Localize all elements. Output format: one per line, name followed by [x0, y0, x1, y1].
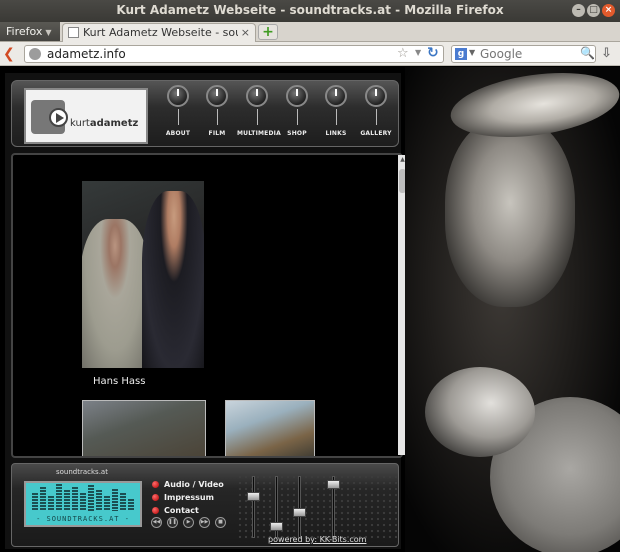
tab-title: Kurt Adametz Webseite - soun...: [83, 26, 238, 39]
page-favicon-icon: [68, 27, 79, 38]
nav-item-links[interactable]: LINKS: [316, 85, 356, 137]
browser-tab[interactable]: Kurt Adametz Webseite - soun... ×: [62, 23, 256, 42]
menu-item-label: Impressum: [164, 493, 214, 502]
back-arrow-icon[interactable]: ❮: [3, 46, 17, 62]
forward-icon[interactable]: ▶▶: [199, 517, 210, 528]
new-tab-button[interactable]: +: [258, 24, 278, 40]
content-panel: Hans Hass: [11, 153, 403, 458]
knob-icon: [246, 85, 268, 107]
url-text[interactable]: adametz.info: [47, 47, 126, 61]
player-site-label: soundtracks.at: [56, 468, 108, 476]
menu-item-label: Audio / Video: [164, 480, 224, 489]
tab-bar: Firefox▼ Kurt Adametz Webseite - soun...…: [0, 22, 620, 42]
logo-text: kurtadametz: [70, 118, 138, 129]
site-identity-icon[interactable]: [29, 48, 41, 60]
nav-label: FILM: [208, 130, 226, 137]
nav-item-film[interactable]: FILM: [197, 85, 237, 137]
close-window-icon[interactable]: ×: [602, 4, 615, 17]
red-dot-icon: [152, 507, 159, 514]
firefox-menu-button[interactable]: Firefox ▼: [0, 22, 60, 41]
gallery-thumbnail[interactable]: [82, 400, 206, 456]
nav-label: ABOUT: [165, 130, 191, 137]
url-bar[interactable]: adametz.info ☆ ▼ ↻: [24, 45, 444, 63]
knob-icon: [167, 85, 189, 107]
nav-item-multimedia[interactable]: MULTIMEDIA: [237, 85, 281, 137]
window-titlebar: Kurt Adametz Webseite - soundtracks.at -…: [0, 0, 620, 22]
rewind-icon[interactable]: ◀◀: [151, 517, 162, 528]
knob-icon: [206, 85, 228, 107]
firefox-menu-label: Firefox: [6, 25, 43, 38]
powered-by-link[interactable]: powered by: KK-Bits.com: [268, 535, 366, 544]
bookmark-star-icon[interactable]: ☆: [397, 46, 409, 61]
gallery-thumbnail[interactable]: [225, 400, 315, 456]
pause-icon[interactable]: ❚❚: [167, 517, 178, 528]
lcd-text: - SOUNDTRACKS.AT -: [36, 515, 130, 523]
logo-text-bold: adametz: [89, 118, 139, 129]
fader-handle[interactable]: [327, 480, 340, 489]
search-engine-dropdown-icon[interactable]: ▼: [469, 48, 475, 57]
search-icon[interactable]: 🔍: [580, 46, 595, 60]
nav-item-gallery[interactable]: GALLERY: [356, 85, 396, 137]
stop-icon[interactable]: ■: [215, 517, 226, 528]
menu-item-contact[interactable]: Contact: [152, 506, 199, 515]
close-tab-icon[interactable]: ×: [241, 24, 250, 41]
nav-item-shop[interactable]: SHOP: [277, 85, 317, 137]
nav-label: LINKS: [325, 130, 347, 137]
menu-item-audio-video[interactable]: Audio / Video: [152, 480, 224, 489]
google-icon[interactable]: g: [455, 48, 467, 60]
history-dropdown-icon[interactable]: ▼: [415, 48, 421, 57]
download-icon[interactable]: ⇩: [601, 46, 612, 61]
fader-handle[interactable]: [293, 508, 306, 517]
site-logo[interactable]: kurtadametz: [24, 88, 148, 144]
nav-label: MULTIMEDIA: [237, 130, 281, 137]
reload-icon[interactable]: ↻: [427, 45, 439, 61]
red-dot-icon: [152, 494, 159, 501]
logo-text-light: kurt: [70, 118, 90, 129]
knob-icon: [286, 85, 308, 107]
mixer-faders: [237, 474, 397, 542]
main-photo: [82, 181, 204, 368]
fader-handle[interactable]: [247, 492, 260, 501]
lcd-display: - SOUNDTRACKS.AT -: [24, 481, 142, 527]
portrait-photo: [405, 67, 620, 552]
play-icon[interactable]: ▶: [183, 517, 194, 528]
nav-item-about[interactable]: ABOUT: [158, 85, 198, 137]
menu-item-impressum[interactable]: Impressum: [152, 493, 214, 502]
web-page: kurtadametz ABOUT FILM MULTIMEDIA SHOP L…: [0, 67, 620, 552]
nav-label: SHOP: [287, 130, 307, 137]
site-header: kurtadametz ABOUT FILM MULTIMEDIA SHOP L…: [11, 80, 399, 147]
knob-icon: [365, 85, 387, 107]
chevron-down-icon: ▼: [45, 28, 52, 37]
minimize-icon[interactable]: –: [572, 4, 585, 17]
fader-handle[interactable]: [270, 522, 283, 531]
knob-icon: [325, 85, 347, 107]
search-bar[interactable]: g ▼ 🔍: [451, 45, 596, 63]
maximize-icon[interactable]: □: [587, 4, 600, 17]
navigation-toolbar: ❮ adametz.info ☆ ▼ ↻ g ▼ 🔍 ⇩: [0, 42, 620, 66]
red-dot-icon: [152, 481, 159, 488]
menu-item-label: Contact: [164, 506, 199, 515]
site-frame: kurtadametz ABOUT FILM MULTIMEDIA SHOP L…: [5, 73, 407, 549]
search-input[interactable]: [480, 47, 570, 61]
window-title: Kurt Adametz Webseite - soundtracks.at -…: [116, 3, 504, 17]
nav-label: GALLERY: [360, 130, 392, 137]
play-icon: [49, 108, 68, 127]
photo-caption: Hans Hass: [93, 376, 146, 387]
